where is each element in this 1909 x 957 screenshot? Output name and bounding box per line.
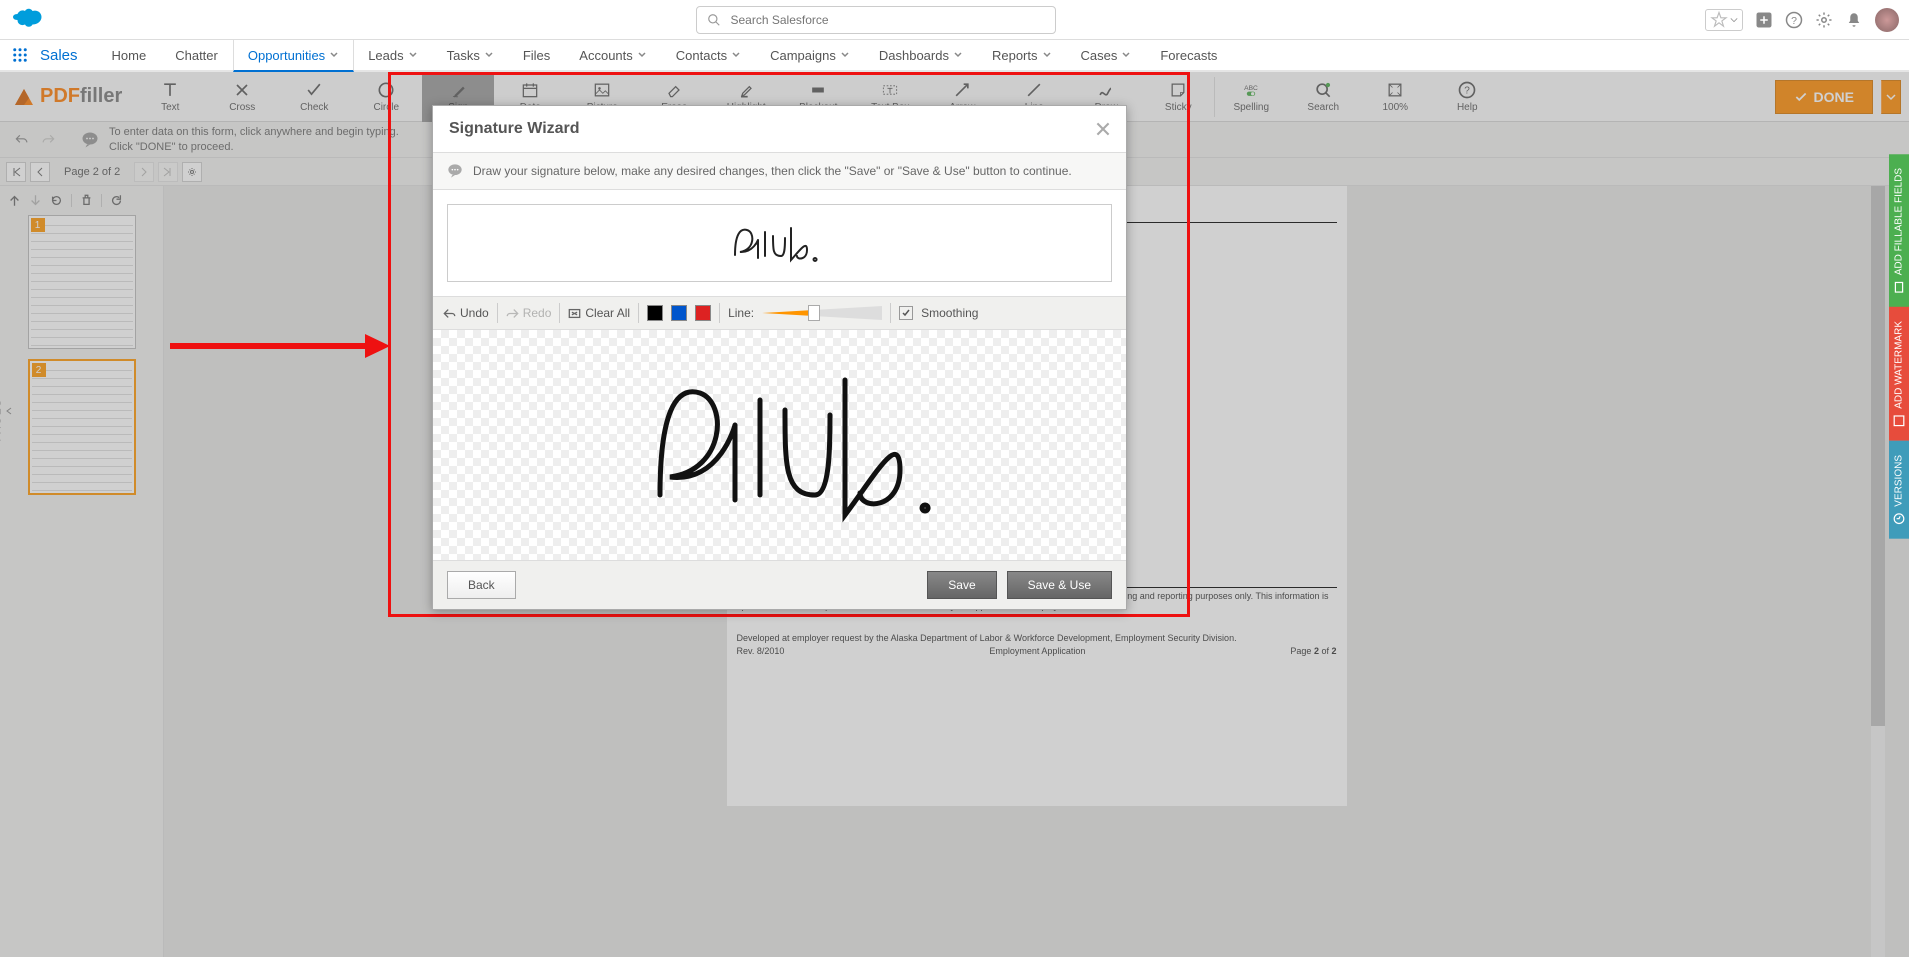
last-page-button[interactable]: [158, 162, 178, 182]
footer-text: Developed at employer request by the Ala…: [727, 632, 1347, 644]
page-number: Page 2 of 2: [1290, 646, 1336, 656]
signature-preview: [447, 204, 1112, 282]
next-page-button[interactable]: [134, 162, 154, 182]
done-button[interactable]: DONE: [1775, 80, 1873, 114]
nav-tab-cases[interactable]: Cases: [1067, 40, 1147, 70]
modal-instructions: Draw your signature below, make any desi…: [473, 164, 1072, 178]
app-name: Sales: [40, 47, 78, 64]
tool-help[interactable]: ?Help: [1431, 72, 1503, 122]
nav-tab-accounts[interactable]: Accounts: [565, 40, 661, 70]
page-thumbnail-1[interactable]: 1: [28, 215, 136, 349]
search-icon: [707, 13, 721, 27]
undo-icon[interactable]: [14, 133, 28, 147]
tool-100%[interactable]: 100%: [1359, 72, 1431, 122]
delete-icon[interactable]: [80, 194, 93, 207]
tip-text: To enter data on this form, click anywhe…: [109, 125, 399, 154]
help-icon[interactable]: ?: [1785, 11, 1803, 29]
pdffiller-logo: PDFfiller: [0, 85, 134, 109]
add-watermark-tab[interactable]: ADD WATERMARK: [1889, 307, 1909, 441]
smoothing-label: Smoothing: [921, 306, 978, 320]
redo-button[interactable]: Redo: [506, 306, 552, 320]
signature-canvas[interactable]: [433, 330, 1126, 560]
salesforce-logo: [10, 8, 46, 32]
page-thumbnail-2[interactable]: 2: [28, 359, 136, 495]
nav-tab-leads[interactable]: Leads: [354, 40, 432, 70]
line-width-slider[interactable]: [762, 306, 882, 320]
pages-panel-label: PAGES: [0, 398, 4, 442]
color-black[interactable]: [647, 305, 663, 321]
nav-tab-tasks[interactable]: Tasks: [433, 40, 509, 70]
settings-icon[interactable]: [1815, 11, 1833, 29]
signature-wizard-modal: Signature Wizard Draw your signature bel…: [432, 105, 1127, 610]
star-icon: [1710, 11, 1728, 29]
tool-text[interactable]: Text: [134, 72, 206, 122]
tool-check[interactable]: Check: [278, 72, 350, 122]
svg-text:?: ?: [1464, 85, 1470, 96]
first-page-button[interactable]: [6, 162, 26, 182]
comment-icon: [447, 163, 463, 179]
check-icon: [1794, 90, 1808, 104]
chevron-down-icon: [1886, 92, 1896, 102]
nav-tab-chatter[interactable]: Chatter: [161, 40, 233, 70]
prev-page-button[interactable]: [30, 162, 50, 182]
chevron-down-icon: [1730, 16, 1738, 24]
nav-tab-files[interactable]: Files: [509, 40, 565, 70]
nav-tab-opportunities[interactable]: Opportunities: [233, 40, 354, 72]
line-label: Line:: [728, 306, 754, 320]
redo-icon[interactable]: [42, 133, 56, 147]
close-icon[interactable]: [1096, 122, 1110, 136]
page-settings-button[interactable]: [182, 162, 202, 182]
undo-button[interactable]: Undo: [443, 306, 489, 320]
color-red[interactable]: [695, 305, 711, 321]
move-down-icon[interactable]: [29, 194, 42, 207]
vertical-scrollbar[interactable]: [1871, 186, 1885, 957]
page-indicator: Page 2 of 2: [54, 166, 130, 178]
revision-text: Rev. 8/2010: [737, 646, 785, 656]
rotate-icon[interactable]: [50, 194, 63, 207]
tool-cross[interactable]: Cross: [206, 72, 278, 122]
add-fillable-fields-tab[interactable]: ADD FILLABLE FIELDS: [1889, 154, 1909, 307]
nav-tab-reports[interactable]: Reports: [978, 40, 1067, 70]
smoothing-checkbox[interactable]: [899, 306, 913, 320]
doc-title: Employment Application: [989, 646, 1085, 656]
nav-tab-contacts[interactable]: Contacts: [662, 40, 756, 70]
user-avatar[interactable]: [1875, 8, 1899, 32]
tool-search[interactable]: Search: [1287, 72, 1359, 122]
versions-tab[interactable]: VERSIONS: [1889, 441, 1909, 539]
done-dropdown[interactable]: [1881, 80, 1901, 114]
app-launcher[interactable]: [0, 46, 40, 64]
nav-tab-forecasts[interactable]: Forecasts: [1146, 40, 1232, 70]
color-blue[interactable]: [671, 305, 687, 321]
svg-text:ABC: ABC: [1244, 85, 1258, 92]
nav-tab-campaigns[interactable]: Campaigns: [756, 40, 865, 70]
tool-circle[interactable]: Circle: [350, 72, 422, 122]
collapse-panel-icon[interactable]: [4, 406, 14, 416]
notifications-icon[interactable]: [1845, 11, 1863, 29]
global-search[interactable]: [696, 6, 1056, 34]
save-button[interactable]: Save: [927, 571, 996, 599]
add-icon[interactable]: [1755, 11, 1773, 29]
nav-tab-home[interactable]: Home: [98, 40, 162, 70]
save-use-button[interactable]: Save & Use: [1007, 571, 1112, 599]
tool-sticky[interactable]: Sticky: [1142, 72, 1214, 122]
clear-all-button[interactable]: Clear All: [568, 306, 630, 320]
comment-icon: [81, 131, 99, 149]
nav-tab-dashboards[interactable]: Dashboards: [865, 40, 978, 70]
search-input[interactable]: [731, 13, 1045, 27]
back-button[interactable]: Back: [447, 571, 516, 599]
favorites-button[interactable]: [1705, 9, 1743, 31]
move-up-icon[interactable]: [8, 194, 21, 207]
svg-text:?: ?: [1791, 14, 1797, 26]
refresh-icon[interactable]: [110, 194, 123, 207]
tool-spelling[interactable]: ABCSpelling: [1215, 72, 1287, 122]
modal-title: Signature Wizard: [449, 120, 580, 138]
